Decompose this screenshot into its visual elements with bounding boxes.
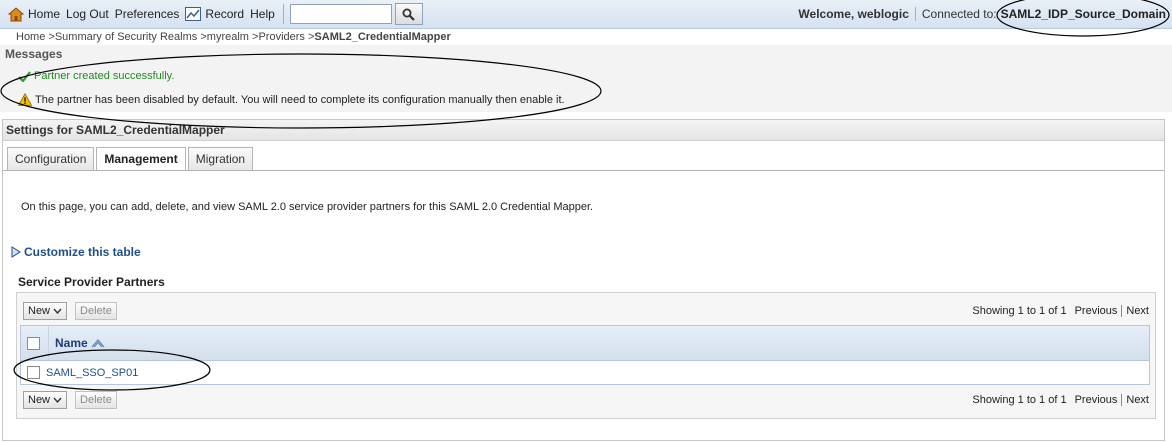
breadcrumb-myrealm[interactable]: myrealm: [207, 31, 249, 43]
checkmark-icon: [18, 70, 31, 82]
breadcrumb-security-realms[interactable]: Summary of Security Realms: [55, 31, 197, 43]
logout-label: Log Out: [66, 7, 109, 21]
breadcrumb: Home >Summary of Security Realms >myreal…: [16, 31, 451, 43]
tab-configuration[interactable]: Configuration: [7, 147, 95, 170]
home-label: Home: [28, 7, 61, 21]
preferences-link[interactable]: Preferences: [115, 7, 180, 21]
new-label: New: [28, 305, 51, 317]
record-link[interactable]: Record: [185, 7, 244, 21]
delete-button-bottom[interactable]: Delete: [75, 391, 117, 409]
pager-next[interactable]: Next: [1126, 305, 1149, 317]
column-header-label: Name: [55, 336, 88, 350]
expand-triangle-icon: [11, 246, 21, 258]
table-header-row: Name: [21, 326, 1149, 361]
column-header-name[interactable]: Name: [55, 336, 105, 350]
pager-divider: [1121, 305, 1123, 317]
magnifier-icon: [402, 8, 416, 21]
success-text: Partner created successfully.: [34, 70, 175, 82]
sort-icon: [91, 339, 105, 348]
tab-migration[interactable]: Migration: [187, 147, 254, 170]
logout-link[interactable]: Log Out: [66, 7, 109, 21]
warning-message: The partner has been disabled by default…: [18, 93, 565, 106]
pager-bottom: Showing 1 to 1 of 1 Previous Next: [972, 391, 1149, 409]
pager-previous[interactable]: Previous: [1075, 394, 1118, 406]
search-button[interactable]: [394, 3, 423, 25]
new-label: New: [28, 394, 51, 406]
help-link[interactable]: Help: [250, 7, 275, 21]
breadcrumb-providers[interactable]: Providers: [258, 31, 304, 43]
success-message: Partner created successfully.: [18, 70, 174, 82]
top-bar: Home Log Out Preferences Record Help Wel…: [0, 0, 1172, 29]
customize-table-link[interactable]: Customize this table: [11, 245, 141, 259]
row-checkbox[interactable]: [27, 366, 40, 379]
pager-showing: Showing 1 to 1 of 1: [972, 305, 1067, 317]
search-input[interactable]: [289, 4, 392, 24]
pager-previous[interactable]: Previous: [1075, 305, 1118, 317]
column-divider: [48, 326, 49, 360]
record-icon: [185, 7, 202, 21]
partner-link[interactable]: SAML_SSO_SP01: [46, 367, 138, 379]
new-button-bottom[interactable]: New: [23, 391, 68, 409]
table-toolbar-bottom: New Delete: [23, 391, 125, 409]
record-label: Record: [205, 7, 245, 21]
top-divider: [282, 4, 284, 24]
messages-title: Messages: [5, 47, 63, 61]
section-title: Service Provider Partners: [18, 275, 165, 289]
pager-next[interactable]: Next: [1126, 394, 1149, 406]
pager-top: Showing 1 to 1 of 1 Previous Next: [972, 302, 1149, 320]
home-link[interactable]: Home: [8, 6, 61, 22]
pager-divider: [1121, 394, 1123, 406]
messages-panel: Messages Partner created successfully. T…: [0, 45, 1172, 112]
top-nav: Home Log Out Preferences Record Help: [0, 3, 423, 25]
chevron-down-icon: [53, 397, 62, 403]
tab-underline: [3, 170, 1164, 171]
help-label: Help: [250, 7, 275, 21]
settings-title: Settings for SAML2_CredentialMapper: [3, 120, 1164, 141]
breadcrumb-home[interactable]: Home: [16, 31, 45, 43]
breadcrumb-current: SAML2_CredentialMapper: [314, 31, 451, 43]
connected-label: Connected to:: [914, 7, 997, 21]
partners-table: New Delete Showing 1 to 1 of 1 Previous …: [16, 292, 1156, 419]
tab-bar: Configuration Management Migration: [7, 147, 255, 171]
tab-management[interactable]: Management: [96, 147, 186, 171]
table-toolbar-top: New Delete: [23, 302, 125, 320]
table-row: SAML_SSO_SP01: [21, 361, 1149, 384]
customize-table-label: Customize this table: [24, 245, 141, 259]
select-all-checkbox[interactable]: [27, 336, 40, 350]
welcome-text: Welcome, weblogic: [798, 7, 909, 21]
domain-name: SAML2_IDP_Source_Domain: [1000, 7, 1166, 21]
pager-showing: Showing 1 to 1 of 1: [972, 394, 1067, 406]
home-icon: [8, 6, 24, 21]
warning-text: The partner has been disabled by default…: [35, 93, 565, 106]
chevron-down-icon: [53, 308, 62, 314]
delete-button[interactable]: Delete: [75, 302, 117, 320]
page-description: On this page, you can add, delete, and v…: [21, 201, 594, 213]
session-info: Welcome, weblogic Connected to: SAML2_ID…: [798, 0, 1166, 28]
settings-panel: Settings for SAML2_CredentialMapper Conf…: [2, 119, 1165, 441]
partners-grid: Name SAML_SSO_SP01: [20, 325, 1150, 385]
preferences-label: Preferences: [114, 7, 180, 21]
warning-icon: [18, 93, 32, 106]
new-button[interactable]: New: [23, 302, 68, 320]
